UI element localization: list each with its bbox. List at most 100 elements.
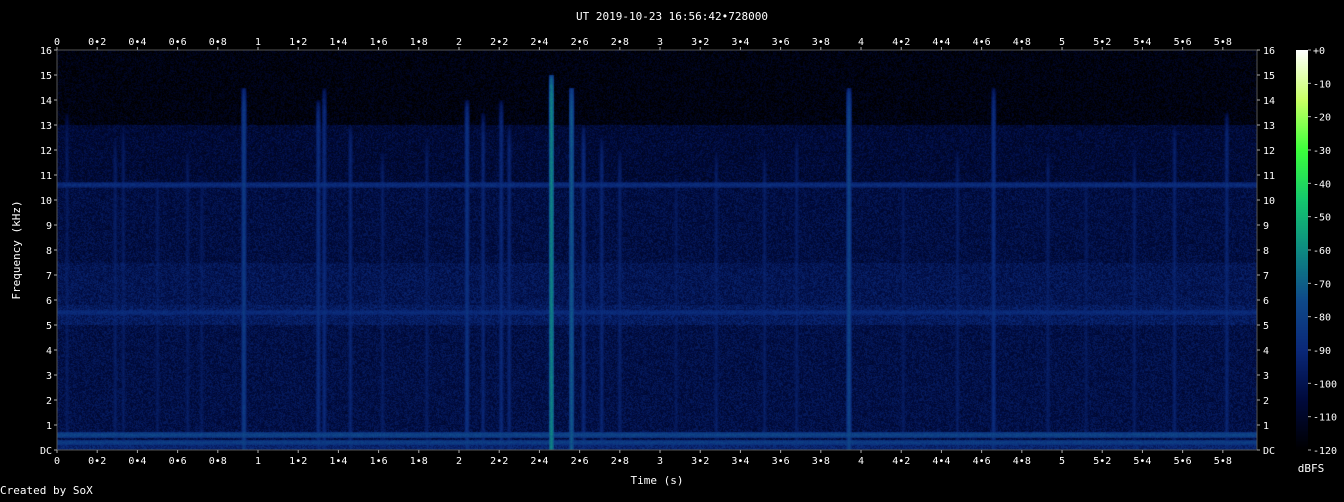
x-tick-top-label: 5	[1059, 37, 1065, 48]
x-tick-bottom-label: 1	[255, 456, 261, 467]
x-tick-bottom-label: 2•6	[571, 456, 589, 467]
y-tick-right-label: 12	[1263, 146, 1275, 157]
y-tick-left-label: DC	[40, 446, 52, 457]
y-tick-right-label: 8	[1263, 246, 1269, 257]
x-tick-bottom-label: 0•8	[209, 456, 227, 467]
x-tick-bottom-label: 3•8	[812, 456, 830, 467]
x-tick-top-label: 3•6	[772, 37, 790, 48]
y-tick-right-label: 15	[1263, 71, 1275, 82]
x-tick-bottom-label: 2•4	[530, 456, 548, 467]
x-tick-bottom-label: 5•8	[1214, 456, 1232, 467]
credit-text: Created by SoX	[0, 484, 93, 497]
y-tick-left-label: 6	[46, 296, 52, 307]
y-tick-right-label: 16	[1263, 46, 1275, 57]
chart-title: UT 2019-10-23 16:56:42•728000	[576, 10, 768, 23]
y-tick-right-label: 11	[1263, 171, 1275, 182]
x-tick-top-label: 2	[456, 37, 462, 48]
y-tick-left-label: 8	[46, 246, 52, 257]
colorbar-tick-label: -30	[1313, 146, 1331, 157]
x-tick-bottom-label: 4•8	[1013, 456, 1031, 467]
y-tick-left-label: 5	[46, 321, 52, 332]
x-tick-top-label: 3•2	[691, 37, 709, 48]
x-tick-top-label: 4•8	[1013, 37, 1031, 48]
x-tick-top-label: 5•4	[1133, 37, 1151, 48]
x-tick-top-label: 1	[255, 37, 261, 48]
x-tick-top-label: 3•8	[812, 37, 830, 48]
y-tick-left-label: 7	[46, 271, 52, 282]
x-tick-bottom-label: 3•4	[731, 456, 749, 467]
y-tick-left-label: 1	[46, 421, 52, 432]
y-tick-right-label: 3	[1263, 371, 1269, 382]
x-tick-top-label: 2•8	[611, 37, 629, 48]
y-tick-left-label: 12	[40, 146, 52, 157]
colorbar-tick-label: -20	[1313, 113, 1331, 124]
spectrogram-figure: UT 2019-10-23 16:56:42•728000 0 0•2 0•4 0•6…	[0, 0, 1344, 498]
x-tick-top-label: 2•2	[490, 37, 508, 48]
x-tick-top-label: 1•8	[410, 37, 428, 48]
y-tick-left-label: 15	[40, 71, 52, 82]
y-tick-right-label: 6	[1263, 296, 1269, 307]
x-tick-top-label: 3•4	[731, 37, 749, 48]
colorbar-tick-label: -90	[1313, 346, 1331, 357]
colorbar-tick-label: -70	[1313, 279, 1331, 290]
y-tick-left-label: 16	[40, 46, 52, 57]
x-tick-bottom-label: 3•6	[772, 456, 790, 467]
x-tick-bottom-label: 1•4	[329, 456, 347, 467]
y-tick-right-label: 5	[1263, 321, 1269, 332]
spectrogram-heatmap	[57, 50, 1257, 450]
x-axis-label: Time (s)	[631, 474, 684, 487]
x-tick-top-label: 5•6	[1174, 37, 1192, 48]
y-tick-left-label: 4	[46, 346, 52, 357]
x-tick-bottom-label: 1•8	[410, 456, 428, 467]
x-tick-bottom-label: 3•2	[691, 456, 709, 467]
x-tick-top-label: 3	[657, 37, 663, 48]
x-tick-bottom-label: 4•2	[892, 456, 910, 467]
x-tick-top-label: 5•8	[1214, 37, 1232, 48]
x-tick-bottom-label: 3	[657, 456, 663, 467]
x-tick-top-label: 4•6	[973, 37, 991, 48]
y-tick-right-label: 9	[1263, 221, 1269, 232]
x-tick-top-label: 0•2	[88, 37, 106, 48]
y-tick-left-label: 3	[46, 371, 52, 382]
y-tick-left-label: 14	[40, 96, 52, 107]
x-tick-bottom-label: 4•4	[932, 456, 950, 467]
y-axis-label: Frequency (kHz)	[10, 200, 23, 299]
x-tick-top-label: 1•6	[370, 37, 388, 48]
y-tick-left-label: 9	[46, 221, 52, 232]
colorbar-tick-label: -110	[1313, 413, 1337, 424]
x-tick-top-label: 0	[54, 37, 60, 48]
y-tick-right-label: 4	[1263, 346, 1269, 357]
y-tick-left-label: 2	[46, 396, 52, 407]
x-tick-bottom-label: 0•6	[169, 456, 187, 467]
y-tick-left-label: 13	[40, 121, 52, 132]
y-tick-right-label: 1	[1263, 421, 1269, 432]
x-tick-top-label: 4•2	[892, 37, 910, 48]
x-tick-top-label: 2•4	[530, 37, 548, 48]
x-tick-bottom-label: 5	[1059, 456, 1065, 467]
x-tick-top-label: 1•2	[289, 37, 307, 48]
colorbar-tick-label: -100	[1313, 379, 1337, 390]
colorbar-tick-label: -50	[1313, 213, 1331, 224]
y-tick-right-label: 14	[1263, 96, 1275, 107]
x-tick-bottom-label: 1•2	[289, 456, 307, 467]
y-tick-right-label: 2	[1263, 396, 1269, 407]
y-tick-right-label: DC	[1263, 446, 1275, 457]
colorbar	[1296, 50, 1308, 450]
x-tick-bottom-label: 2•8	[611, 456, 629, 467]
colorbar-tick-label: +0	[1313, 46, 1325, 57]
y-tick-left-label: 10	[40, 196, 52, 207]
x-tick-bottom-label: 5•4	[1133, 456, 1151, 467]
colorbar-tick-label: -10	[1313, 79, 1331, 90]
x-tick-bottom-label: 0•2	[88, 456, 106, 467]
y-tick-left-label: 11	[40, 171, 52, 182]
x-tick-bottom-label: 5•6	[1174, 456, 1192, 467]
colorbar-tick-label: -120	[1313, 446, 1337, 457]
colorbar-tick-label: -40	[1313, 179, 1331, 190]
y-tick-right-label: 7	[1263, 271, 1269, 282]
x-tick-bottom-label: 4•6	[973, 456, 991, 467]
spectrogram-svg: UT 2019-10-23 16:56:42•728000 0 0•2 0•4 0•6…	[0, 0, 1344, 498]
colorbar-label: dBFS	[1298, 462, 1325, 475]
x-tick-top-label: 4	[858, 37, 864, 48]
x-tick-bottom-label: 4	[858, 456, 864, 467]
x-tick-top-label: 0•4	[128, 37, 146, 48]
